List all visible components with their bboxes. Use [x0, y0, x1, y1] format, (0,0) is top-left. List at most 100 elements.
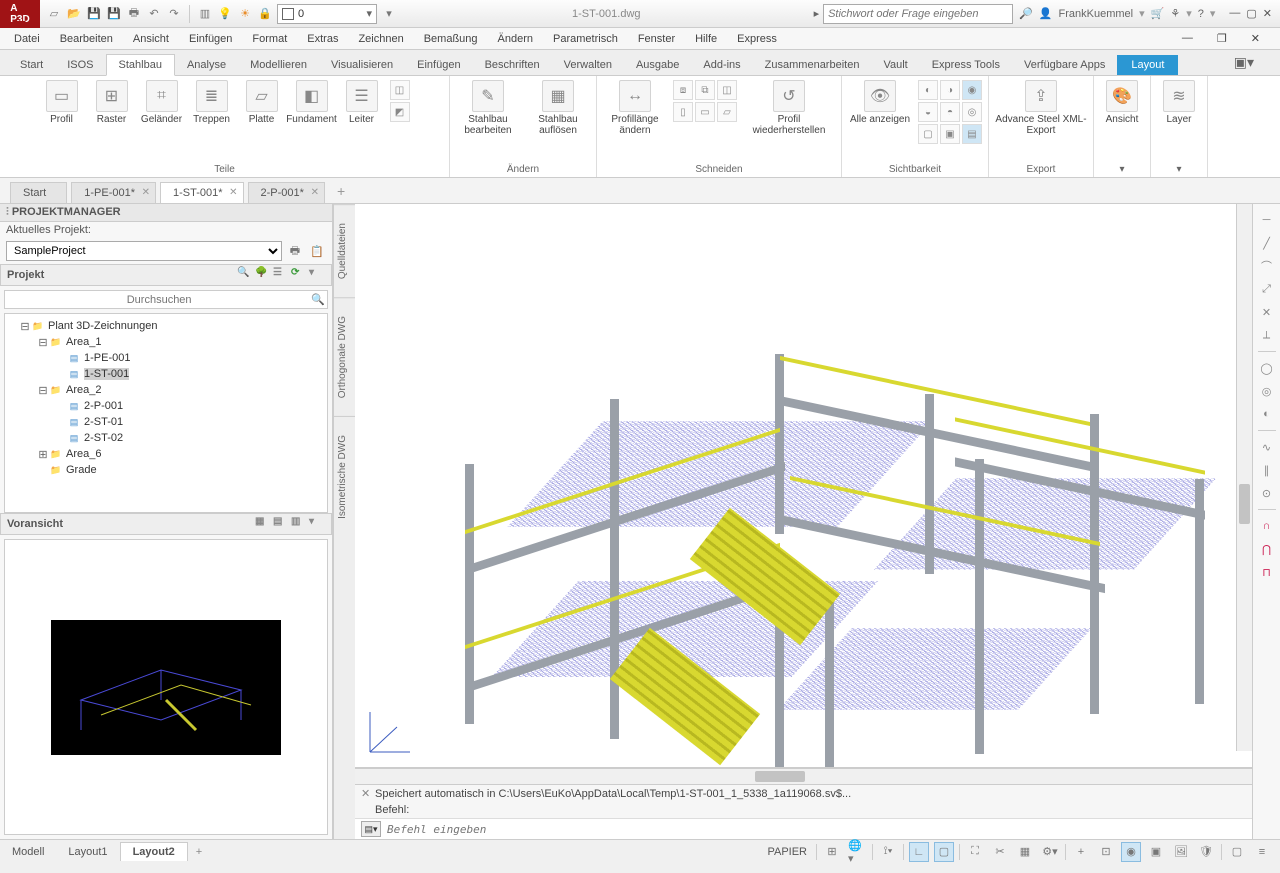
menu-item[interactable]: Einfügen: [179, 33, 242, 45]
menu-item[interactable]: Ändern: [488, 33, 543, 45]
preview-header[interactable]: Voransicht ▦ ▤ ▥ ▾: [0, 513, 332, 535]
grid-icon[interactable]: ⊞: [822, 842, 842, 862]
vis-icon[interactable]: ▤: [962, 124, 982, 144]
export-button[interactable]: ⇪Advance Steel XML-Export: [995, 80, 1087, 136]
help-icon[interactable]: ?: [1198, 8, 1204, 20]
tool-icon[interactable]: ∿: [1257, 437, 1277, 457]
ribbon-tab[interactable]: Add-ins: [691, 55, 752, 75]
print-icon[interactable]: 🖶: [286, 242, 304, 260]
ribbon-tab[interactable]: Express Tools: [920, 55, 1012, 75]
ansicht-button[interactable]: 🎨Ansicht: [1100, 80, 1144, 125]
copy-icon[interactable]: 📋: [308, 242, 326, 260]
status-icon[interactable]: ⊡: [1096, 842, 1116, 862]
osnap-icon[interactable]: ▢: [934, 842, 954, 862]
sun-icon[interactable]: ☀: [237, 6, 253, 22]
tool-icon[interactable]: ✕: [1257, 302, 1277, 322]
ribbon-tab[interactable]: Beschriften: [473, 55, 552, 75]
side-tab[interactable]: Orthogonale DWG: [334, 297, 355, 416]
ribbon-tab[interactable]: Modellieren: [238, 55, 319, 75]
tool-icon[interactable]: ⊙: [1257, 483, 1277, 503]
cut-icon[interactable]: ◫: [717, 80, 737, 100]
misc-icon[interactable]: ◫: [390, 80, 410, 100]
maximize-icon[interactable]: ▢: [1246, 7, 1256, 20]
tool-icon[interactable]: ─: [1257, 210, 1277, 230]
fundament-button[interactable]: ◧Fundament: [290, 80, 334, 125]
new-icon[interactable]: ▱: [46, 6, 62, 22]
layout-tab[interactable]: Layout2: [120, 842, 188, 861]
side-tab[interactable]: Quelldateien: [334, 204, 355, 297]
layout-tab[interactable]: Layout1: [56, 843, 119, 861]
tree-item[interactable]: ▤1-PE-001: [9, 350, 323, 366]
ribbon-tab[interactable]: Stahlbau: [106, 54, 175, 76]
menu-item[interactable]: Datei: [4, 33, 50, 45]
help-search[interactable]: [823, 4, 1013, 24]
dropdown-icon[interactable]: ▾: [381, 6, 397, 22]
cmd-close-icon[interactable]: ✕: [361, 787, 375, 800]
menu-item[interactable]: Parametrisch: [543, 33, 628, 45]
doc-tab[interactable]: 1-PE-001*✕: [71, 182, 156, 203]
status-icon[interactable]: 🖼: [1171, 842, 1191, 862]
plus-icon[interactable]: +: [1071, 842, 1091, 862]
magnet-icon[interactable]: ⋂: [1257, 539, 1277, 559]
tool-icon[interactable]: ∥: [1257, 460, 1277, 480]
mdi-close-icon[interactable]: ✕: [1241, 32, 1270, 45]
pm-section-header[interactable]: Projekt 🔍 🌳 ☰ ⟳ ▾: [0, 264, 332, 286]
tool-icon[interactable]: ⤢: [1257, 279, 1277, 299]
lock-icon[interactable]: 🔒: [257, 6, 273, 22]
tree-item[interactable]: 📁Grade: [9, 462, 323, 478]
saveas-icon[interactable]: 💾: [106, 6, 122, 22]
misc-icon[interactable]: ◩: [390, 102, 410, 122]
raster-button[interactable]: ⊞Raster: [90, 80, 134, 125]
magnet-icon[interactable]: ⊓: [1257, 562, 1277, 582]
close-icon[interactable]: ✕: [1263, 7, 1272, 20]
ribbon-tab[interactable]: Vault: [871, 55, 919, 75]
view-icon[interactable]: ▦: [255, 516, 271, 532]
status-icon[interactable]: ▢: [1227, 842, 1247, 862]
project-select[interactable]: SampleProject: [6, 241, 282, 261]
alle-anzeigen-button[interactable]: 👁Alle anzeigen: [848, 80, 912, 125]
tree-item[interactable]: ▤2-ST-01: [9, 414, 323, 430]
cut-icon[interactable]: ⧉: [695, 80, 715, 100]
status-icon[interactable]: ▣: [1146, 842, 1166, 862]
search-icon[interactable]: 🔍: [311, 293, 325, 306]
stahlbau-aufloesen-button[interactable]: ▦Stahlbau auflösen: [526, 80, 590, 136]
tree-search-input[interactable]: [7, 294, 311, 306]
cut-icon[interactable]: ⧈: [673, 80, 693, 100]
tool-icon[interactable]: ⟂: [1257, 325, 1277, 345]
chevron-down-icon[interactable]: ▾: [309, 267, 325, 283]
vis-icon[interactable]: ◎: [962, 102, 982, 122]
ribbon-tab[interactable]: Zusammenarbeiten: [753, 55, 872, 75]
close-tab-icon[interactable]: ✕: [229, 187, 237, 198]
drawing-canvas[interactable]: [355, 204, 1252, 768]
vis-icon[interactable]: ▣: [940, 124, 960, 144]
close-tab-icon[interactable]: ✕: [311, 187, 319, 198]
globe-icon[interactable]: 🌐▾: [847, 842, 867, 862]
project-tree[interactable]: ⊟📁Plant 3D-Zeichnungen⊟📁Area_1▤1-PE-001▤…: [4, 313, 328, 513]
close-tab-icon[interactable]: ✕: [142, 187, 150, 198]
gelaender-button[interactable]: ⌗Geländer: [140, 80, 184, 125]
redo-icon[interactable]: ↷: [166, 6, 182, 22]
ortho-icon[interactable]: ∟: [909, 842, 929, 862]
menu-item[interactable]: Bemaßung: [414, 33, 488, 45]
menu-item[interactable]: Ansicht: [123, 33, 179, 45]
tree-item[interactable]: ▤2-ST-02: [9, 430, 323, 446]
layout-tab[interactable]: Modell: [0, 843, 56, 861]
menu-item[interactable]: Fenster: [628, 33, 685, 45]
ribbon-tab[interactable]: Ausgabe: [624, 55, 691, 75]
cut-icon[interactable]: ▱: [717, 102, 737, 122]
view-icon[interactable]: ▤: [273, 516, 289, 532]
vis-icon[interactable]: ◒: [918, 102, 938, 122]
status-icon[interactable]: ✂: [990, 842, 1010, 862]
minimize-icon[interactable]: —: [1229, 7, 1240, 20]
tree-item[interactable]: ⊟📁Area_1: [9, 334, 323, 350]
status-icon[interactable]: ▦: [1015, 842, 1035, 862]
ribbon-tab[interactable]: ISOS: [55, 55, 105, 75]
layers-icon[interactable]: ▥: [197, 6, 213, 22]
tree-item[interactable]: ⊞📁Area_6: [9, 446, 323, 462]
ribbon-tab-layout[interactable]: Layout: [1117, 55, 1178, 75]
tool-icon[interactable]: ╱: [1257, 233, 1277, 253]
tool-icon[interactable]: ◐: [1257, 404, 1277, 424]
list-icon[interactable]: ☰: [273, 267, 289, 283]
tree-item[interactable]: ⊟📁Area_2: [9, 382, 323, 398]
menu-icon[interactable]: ≡: [1252, 842, 1272, 862]
